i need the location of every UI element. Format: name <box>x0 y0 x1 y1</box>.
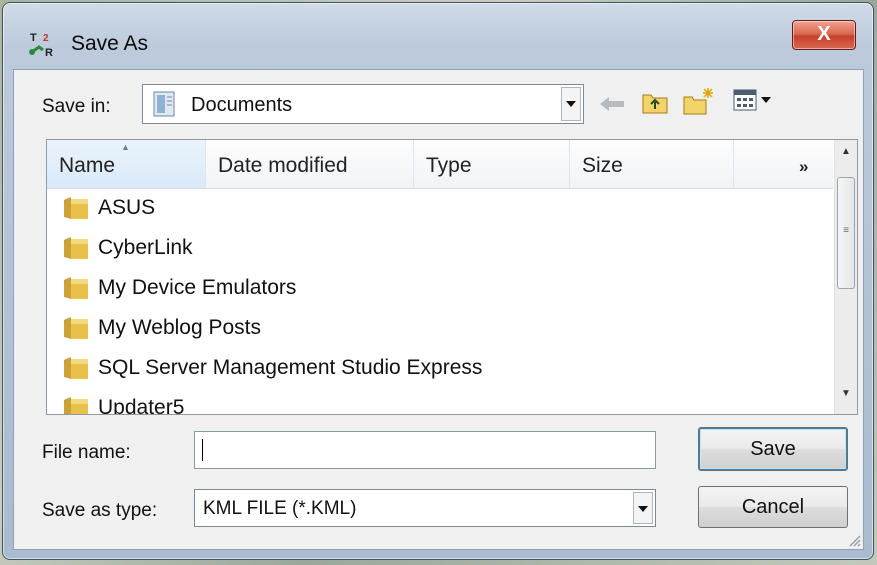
close-button[interactable]: X <box>792 20 856 50</box>
column-size-label: Size <box>582 154 623 177</box>
back-arrow-icon[interactable] <box>598 94 626 114</box>
file-name: My Weblog Posts <box>98 316 262 339</box>
column-header-name[interactable]: ▲ Name <box>47 140 206 188</box>
column-header-bar: ▲ Name Date modified Type Size » <box>47 140 833 189</box>
title-bar[interactable]: T 2 R Save As X <box>3 3 873 67</box>
scroll-thumb[interactable]: ≡ <box>837 177 855 289</box>
t2r-app-icon: T 2 R <box>29 32 53 58</box>
cancel-button[interactable]: Cancel <box>698 486 848 528</box>
text-cursor <box>202 439 203 461</box>
save-in-dropdown[interactable]: Documents <box>142 84 584 124</box>
close-icon: X <box>817 23 831 45</box>
save-button[interactable]: Save <box>698 427 848 471</box>
grip-icon: ≡ <box>843 225 849 236</box>
save-as-dialog: T 2 R Save As X Save in: Documents ▲ Nam… <box>2 2 874 560</box>
column-header-type[interactable]: Type <box>414 140 570 188</box>
column-name-label: Name <box>59 154 116 177</box>
scroll-down-icon[interactable]: ▼ <box>835 388 857 410</box>
folder-icon <box>64 277 88 299</box>
save-in-value: Documents <box>191 94 293 116</box>
column-header-size[interactable]: Size <box>570 140 734 188</box>
column-type-label: Type <box>426 154 472 177</box>
file-name-input[interactable] <box>194 431 656 469</box>
folder-icon <box>64 357 88 379</box>
file-name: ASUS <box>98 196 156 219</box>
chevron-down-icon[interactable] <box>633 492 653 524</box>
more-columns-icon[interactable]: » <box>799 157 808 177</box>
chevron-down-icon[interactable] <box>561 87 581 121</box>
svg-text:T: T <box>30 32 37 44</box>
resize-grip-icon[interactable] <box>847 533 861 547</box>
column-header-date-modified[interactable]: Date modified <box>206 140 414 188</box>
folder-icon <box>64 237 88 259</box>
save-as-type-dropdown[interactable]: KML FILE (*.KML) <box>194 489 656 527</box>
file-name: SQL Server Management Studio Express <box>98 356 483 379</box>
up-folder-icon[interactable] <box>641 88 669 116</box>
file-name: CyberLink <box>98 236 193 259</box>
documents-library-icon <box>153 91 175 117</box>
file-list[interactable]: ▲ Name Date modified Type Size » ASUS Cy… <box>46 139 858 415</box>
file-name: Updater5 <box>98 396 185 415</box>
save-in-label: Save in: <box>42 96 111 117</box>
file-name: My Device Emulators <box>98 276 297 299</box>
folder-icon <box>64 197 88 219</box>
vertical-scrollbar[interactable]: ▲ ≡ ▼ <box>834 140 857 414</box>
views-menu-icon[interactable] <box>732 88 776 114</box>
sort-up-icon: ▲ <box>121 142 130 152</box>
scroll-up-icon[interactable]: ▲ <box>835 146 857 168</box>
column-date-label: Date modified <box>218 154 348 177</box>
new-folder-icon[interactable] <box>682 86 716 116</box>
window-title: Save As <box>71 32 149 55</box>
save-as-type-value: KML FILE (*.KML) <box>203 498 357 519</box>
folder-icon <box>64 317 88 339</box>
file-name-label: File name: <box>42 442 131 463</box>
svg-text:2: 2 <box>43 33 49 44</box>
dialog-body: Save in: Documents ▲ Name Date modified … <box>13 69 864 550</box>
save-as-type-label: Save as type: <box>42 500 158 521</box>
svg-text:R: R <box>45 47 53 58</box>
folder-icon <box>64 397 88 414</box>
